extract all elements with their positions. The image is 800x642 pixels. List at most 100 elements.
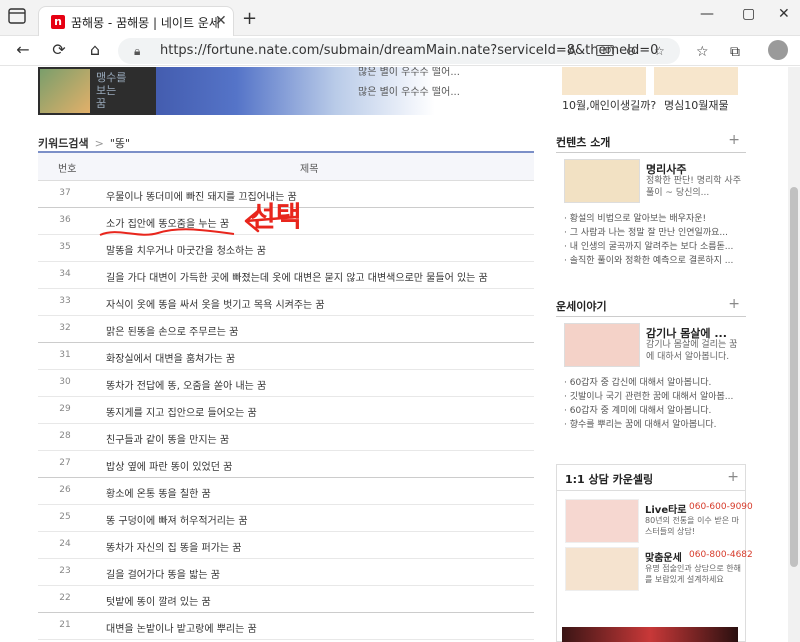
table-row[interactable]: 28 친구들과 같이 똥을 만지는 꿈 xyxy=(38,424,534,451)
row-title-link[interactable]: 똥차가 자신의 집 똥을 퍼가는 꿈 xyxy=(106,539,242,554)
close-window-icon[interactable]: ✕ xyxy=(778,6,790,22)
row-number: 30 xyxy=(59,377,71,387)
counsel-phone: 060-800-4682 xyxy=(689,550,753,560)
sidebar-link-text[interactable]: 황설의 비법으로 알아보는 배우자운! xyxy=(570,214,706,224)
zoom-icon[interactable]: ⊖ xyxy=(626,44,636,58)
banner-link[interactable]: 많은 별이 우수수 떨어... xyxy=(358,67,460,78)
sidebar-link[interactable]: · 황설의 비법으로 알아보는 배우자운! xyxy=(564,211,746,225)
tab-actions-icon[interactable] xyxy=(8,8,30,28)
section-header: 운세이야기 + xyxy=(556,295,746,317)
table-row[interactable]: 33 자식이 옷에 똥을 싸서 옷을 벗기고 목욕 시켜주는 꿈 xyxy=(38,289,534,316)
thumb-image[interactable] xyxy=(654,67,738,95)
row-title-link[interactable]: 자식이 옷에 똥을 싸서 옷을 벗기고 목욕 시켜주는 꿈 xyxy=(106,296,325,311)
sidebar-link-text[interactable]: 내 인생의 굴곡까지 알려주는 보다 소름돋... xyxy=(570,242,734,252)
hd-icon[interactable]: HD xyxy=(596,45,615,56)
sidebar-link[interactable]: · 솔직한 풀이와 정확한 예측으로 결론하지 ... xyxy=(564,253,746,267)
table-row[interactable]: 30 똥차가 전답에 똥, 오줌을 쏟아 내는 꿈 xyxy=(38,370,534,397)
counsel-image[interactable] xyxy=(565,547,639,591)
sidebar-link[interactable]: · 그 사람과 나는 정말 잘 만난 인연일까요... xyxy=(564,225,746,239)
more-plus-icon[interactable]: + xyxy=(728,296,740,312)
profile-desc: 감기나 몸살에 걸리는 꿈에 대하서 알아봅니다. xyxy=(646,340,738,362)
handwritten-select-label: 선택 xyxy=(250,200,302,233)
table-row[interactable]: 34 길을 가다 대변이 가득한 곳에 빠졌는데 옷에 대변은 묻지 않고 대변색… xyxy=(38,262,534,289)
lock-icon[interactable]: 🔒︎ xyxy=(134,44,140,59)
url-text[interactable]: https://fortune.nate.com/submain/dreamMa… xyxy=(160,43,658,58)
row-title-link[interactable]: 길을 걸어가다 똥을 밟는 꿈 xyxy=(106,566,220,581)
more-plus-icon[interactable]: + xyxy=(727,469,739,485)
row-title-link[interactable]: 친구들과 같이 똥을 만지는 꿈 xyxy=(106,431,229,446)
row-title-link[interactable]: 밥상 옆에 파란 똥이 있었던 꿈 xyxy=(106,458,232,473)
bottom-ad-banner[interactable] xyxy=(562,627,738,642)
sidebar-link[interactable]: · 내 인생의 굴곡까지 알려주는 보다 소름돋... xyxy=(564,239,746,253)
favorites-icon[interactable]: ☆ xyxy=(696,44,709,60)
address-bar[interactable]: 🔒︎ https://fortune.nate.com/submain/drea… xyxy=(118,38,680,64)
collections-icon[interactable]: ⧉ xyxy=(730,44,740,60)
banner-thumbnail[interactable]: 맹수를 보는 꿈 xyxy=(38,67,156,115)
home-icon[interactable]: ⌂ xyxy=(84,40,106,59)
table-row[interactable]: 25 똥 구덩이에 빠져 허우적거리는 꿈 xyxy=(38,505,534,532)
table-row[interactable]: 29 똥지게를 지고 집안으로 들어오는 꿈 xyxy=(38,397,534,424)
favorite-add-icon[interactable]: ☆ xyxy=(654,44,665,58)
banner-link[interactable]: 많은 별이 우수수 떨어... xyxy=(358,83,460,98)
row-title-link[interactable]: 황소에 온통 똥을 칠한 꿈 xyxy=(106,485,211,500)
sidebar-link-text[interactable]: 그 사람과 나는 정말 잘 만난 인연일까요... xyxy=(570,228,728,238)
page-scrollbar[interactable] xyxy=(788,67,800,642)
sidebar-link-text[interactable]: 깃발이나 국기 관련한 꿈에 대해서 알아봅... xyxy=(570,392,734,402)
fortune-profile[interactable]: 감기나 몸살에 ... 감기나 몸살에 걸리는 꿈에 대하서 알아봅니다. xyxy=(556,323,746,373)
sidebar-link-text[interactable]: 향수를 뿌리는 꿈에 대해서 알아봅니다. xyxy=(570,420,717,430)
counsel-item[interactable]: 맞춤운세 060-800-4682 유명 점술인과 상담으로 한해를 보람있게 … xyxy=(565,547,753,591)
counsel-name[interactable]: Live타로 xyxy=(645,501,687,516)
close-tab-icon[interactable]: ✕ xyxy=(215,13,227,29)
back-icon[interactable]: ← xyxy=(12,40,34,59)
more-plus-icon[interactable]: + xyxy=(728,132,740,148)
row-title-link[interactable]: 말똥을 치우거나 마굿간을 청소하는 꿈 xyxy=(106,242,266,257)
table-header: 번호 제목 xyxy=(38,153,534,181)
page-content: 맹수를 보는 꿈 많은 별이 우수수 떨어... 많은 별이 우수수 떨어...… xyxy=(0,67,788,642)
thumb-image[interactable] xyxy=(562,67,646,95)
table-row[interactable]: 27 밥상 옆에 파란 똥이 있었던 꿈 xyxy=(38,451,534,478)
new-tab-icon[interactable]: + xyxy=(242,8,257,29)
maximize-icon[interactable]: ▢ xyxy=(742,6,755,22)
row-title-link[interactable]: 똥차가 전답에 똥, 오줌을 쏟아 내는 꿈 xyxy=(106,377,266,392)
row-title-link[interactable]: 맑은 된똥을 손으로 주무르는 꿈 xyxy=(106,323,238,338)
table-row[interactable]: 26 황소에 온통 똥을 칠한 꿈 xyxy=(38,478,534,505)
thumb-caption[interactable]: 10월,애인이생길까? xyxy=(562,97,656,113)
table-row[interactable]: 31 화장실에서 대변을 훔쳐가는 꿈 xyxy=(38,343,534,370)
counsel-image[interactable] xyxy=(565,499,639,543)
contents-profile[interactable]: 명리사주 정확한 판단! 명리학 사주 풀이 ~ 당신의... xyxy=(556,159,746,209)
thumb-caption[interactable]: 명심10월재물 xyxy=(664,97,729,113)
sidebar-link[interactable]: · 60갑자 중 갑신에 대해서 알아봅니다. xyxy=(564,375,746,389)
profile-avatar[interactable] xyxy=(768,40,788,60)
row-title-link[interactable]: 똥 구덩이에 빠져 허우적거리는 꿈 xyxy=(106,512,248,527)
table-row[interactable]: 23 길을 걸어가다 똥을 밟는 꿈 xyxy=(38,559,534,586)
counsel-name[interactable]: 맞춤운세 xyxy=(645,549,682,564)
row-number: 28 xyxy=(59,431,71,441)
sidebar-link-text[interactable]: 60갑자 중 계미에 대해서 알아봅니다. xyxy=(570,406,712,416)
table-row[interactable]: 24 똥차가 자신의 집 똥을 퍼가는 꿈 xyxy=(38,532,534,559)
sidebar-link-text[interactable]: 솔직한 풀이와 정확한 예측으로 결론하지 ... xyxy=(570,256,734,266)
row-title-link[interactable]: 화장실에서 대변을 훔쳐가는 꿈 xyxy=(106,350,235,365)
row-title-link[interactable]: 텃밭에 똥이 깔려 있는 꿈 xyxy=(106,593,211,608)
row-title-link[interactable]: 대변을 논밭이나 밭고랑에 뿌리는 꿈 xyxy=(106,620,257,635)
minimize-icon[interactable]: — xyxy=(700,6,714,22)
sidebar-link[interactable]: · 60갑자 중 계미에 대해서 알아봅니다. xyxy=(564,403,746,417)
row-title-link[interactable]: 길을 가다 대변이 가득한 곳에 빠졌는데 옷에 대변은 묻지 않고 대변색으로… xyxy=(106,269,488,284)
table-row[interactable]: 21 대변을 논밭이나 밭고랑에 뿌리는 꿈 xyxy=(38,613,534,640)
sidebar-link[interactable]: · 깃발이나 국기 관련한 꿈에 대해서 알아봅... xyxy=(564,389,746,403)
table-row[interactable]: 22 텃밭에 똥이 깔려 있는 꿈 xyxy=(38,586,534,613)
table-row[interactable]: 32 맑은 된똥을 손으로 주무르는 꿈 xyxy=(38,316,534,343)
counsel-item[interactable]: Live타로 060-600-9090 80년의 전통을 이수 받은 마스터들의… xyxy=(565,499,753,543)
sidebar-link-text[interactable]: 60갑자 중 갑신에 대해서 알아봅니다. xyxy=(570,378,712,388)
row-number: 37 xyxy=(59,188,71,198)
refresh-icon[interactable]: ⟳ xyxy=(48,40,70,59)
sidebar-link[interactable]: · 향수를 뿌리는 꿈에 대해서 알아봅니다. xyxy=(564,417,746,431)
breadcrumb-keyword: "똥" xyxy=(109,137,131,150)
top-banner[interactable]: 맹수를 보는 꿈 많은 별이 우수수 떨어... 많은 별이 우수수 떨어... xyxy=(38,67,534,115)
profile-image[interactable] xyxy=(564,159,640,203)
read-aloud-icon[interactable]: A xyxy=(568,44,576,58)
tab-active[interactable]: n 꿈해몽 - 꿈해몽 | 네이트 운세 ✕ xyxy=(38,6,234,36)
right-thumbnails: 10월,애인이생길까? 명심10월재물 xyxy=(562,67,738,115)
row-title-link[interactable]: 똥지게를 지고 집안으로 들어오는 꿈 xyxy=(106,404,257,419)
profile-image[interactable] xyxy=(564,323,640,367)
scroll-thumb[interactable] xyxy=(790,187,798,567)
